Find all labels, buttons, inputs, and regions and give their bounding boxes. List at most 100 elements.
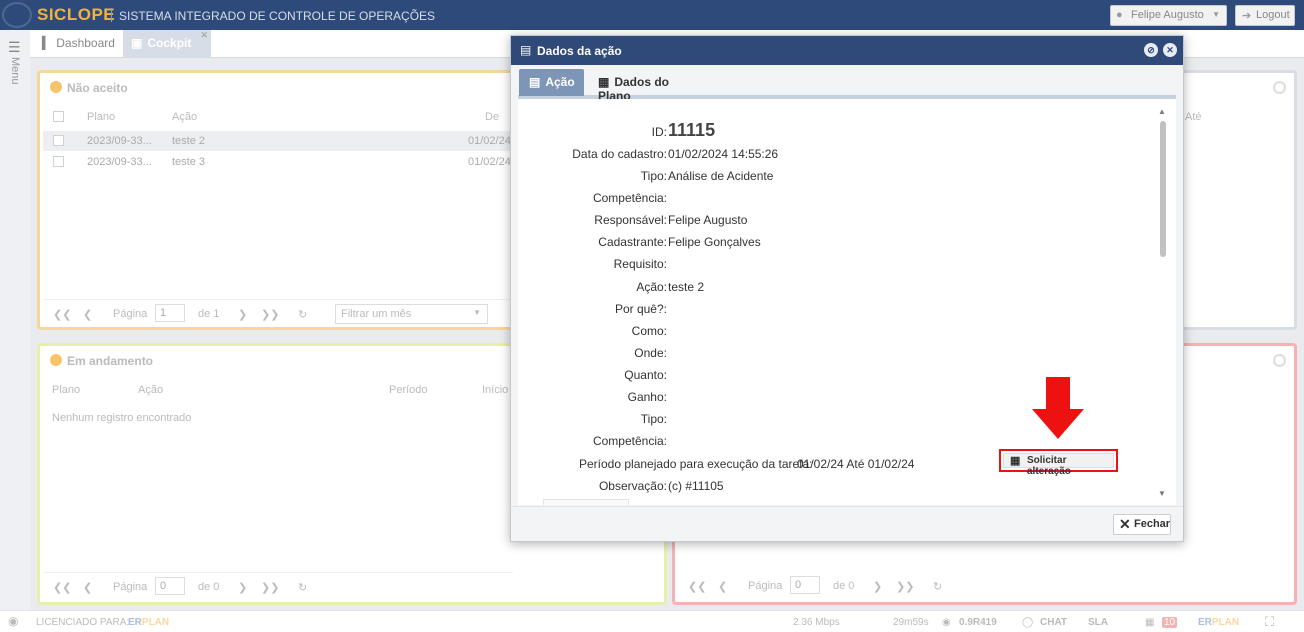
sla-button[interactable]: SLA: [1088, 617, 1108, 628]
prev-page-icon[interactable]: ❮: [83, 308, 92, 321]
close-tab-icon[interactable]: ✕: [200, 30, 208, 41]
column-header-periodo[interactable]: Período: [389, 384, 428, 396]
licensed-label: LICENCIADO PARA:: [36, 617, 130, 628]
tab-label: Dashboard: [56, 36, 115, 50]
user-name: Felipe Augusto: [1131, 9, 1204, 21]
panel-title: Não aceito: [50, 81, 128, 95]
table-header: Plano Ação Período Início: [43, 378, 513, 402]
solicitar-alteracao-inner[interactable]: ▦ Solicitar alteração: [1003, 453, 1114, 477]
table-row[interactable]: 2023/09-33... teste 2 01/02/24: [43, 131, 513, 151]
minimize-icon[interactable]: ⊘: [1144, 43, 1158, 57]
column-header-de[interactable]: De: [485, 111, 499, 123]
tab-acao[interactable]: ▤ Ação: [519, 69, 584, 96]
logo-icon: [2, 2, 32, 28]
row-checkbox[interactable]: [53, 135, 64, 146]
fechar-button[interactable]: ✕ Fechar: [1113, 514, 1171, 535]
column-header-plano[interactable]: Plano: [52, 384, 80, 396]
user-menu[interactable]: ● Felipe Augusto ▼: [1110, 5, 1227, 26]
first-page-icon[interactable]: ❮❮: [53, 308, 71, 321]
fullscreen-icon[interactable]: ⛶: [1265, 614, 1274, 630]
last-page-icon[interactable]: ❯❯: [261, 308, 279, 321]
tab-cockpit[interactable]: ▣ Cockpit ✕: [123, 30, 211, 58]
status-bar: ◉ LICENCIADO PARA: ERPLAN 2.36 Mbps 29m5…: [0, 610, 1304, 632]
pager: ❮❮ ❮ Página 0 de 0 ❯ ❯❯ ↻: [43, 572, 513, 600]
scroll-thumb[interactable]: [1160, 121, 1166, 257]
first-page-icon[interactable]: ❮❮: [688, 580, 706, 593]
select-all-checkbox[interactable]: [53, 111, 64, 125]
column-header-ate[interactable]: Até: [1185, 111, 1202, 123]
scroll-up-icon[interactable]: ▲: [1158, 107, 1166, 116]
tab-dados-do-plano[interactable]: ▦ Dados do Plano: [588, 69, 706, 103]
tab-label: Cockpit: [147, 36, 192, 50]
cell-plano: 2023/09-33...: [87, 156, 152, 168]
session-timer: 29m59s: [893, 617, 929, 628]
last-page-icon[interactable]: ❯❯: [896, 580, 914, 593]
next-page-icon[interactable]: ❯: [873, 580, 882, 593]
panel-close-icon[interactable]: [1273, 81, 1286, 94]
hamburger-icon[interactable]: ☰: [8, 39, 21, 56]
next-page-icon[interactable]: ❯: [238, 581, 247, 594]
page-count: de 1: [198, 308, 220, 320]
column-header-inicio[interactable]: Início: [482, 384, 508, 396]
scroll-down-icon[interactable]: ▼: [1158, 489, 1166, 498]
refresh-icon[interactable]: ↻: [933, 580, 942, 593]
first-page-icon[interactable]: ❮❮: [53, 581, 71, 594]
refresh-icon[interactable]: ↻: [298, 581, 307, 594]
field-requisito: Requisito:: [613, 257, 667, 271]
eye-icon: ◉: [942, 617, 951, 628]
notifications-icon[interactable]: ▦: [1145, 617, 1154, 628]
action-details-dialog: ▤ Dados da ação ⊘ ✕ ▤ Ação ▦ Dados do Plan…: [510, 35, 1184, 542]
chat-button[interactable]: CHAT: [1040, 617, 1067, 628]
page-label: Página: [748, 580, 783, 592]
next-page-icon[interactable]: ❯: [238, 308, 247, 321]
status-dot-icon: [50, 81, 62, 93]
table-row[interactable]: 2023/09-33... teste 3 01/02/24: [43, 152, 513, 172]
erplan-logo: ERPLAN: [128, 617, 170, 628]
refresh-icon[interactable]: ↻: [298, 308, 307, 321]
page-input[interactable]: 0: [155, 577, 185, 595]
column-header-acao[interactable]: Ação: [138, 384, 163, 396]
close-icon: ✕: [1119, 516, 1131, 532]
dialog-footer: ✕ Fechar: [511, 506, 1183, 541]
page-count: de 0: [833, 580, 855, 592]
prev-page-icon[interactable]: ❮: [718, 580, 727, 593]
page-input[interactable]: 1: [155, 304, 185, 322]
scrollbar[interactable]: ▲ ▼: [1158, 107, 1168, 499]
month-filter-select[interactable]: Filtrar um mês ▼: [335, 304, 488, 324]
system-name: SISTEMA INTEGRADO DE CONTROLE DE OPERAÇÕ…: [119, 9, 436, 23]
prev-page-icon[interactable]: ❮: [83, 581, 92, 594]
chat-icon[interactable]: ◯: [1022, 617, 1033, 628]
notification-badge: 10: [1162, 617, 1178, 628]
field-acao: Ação: teste 2: [636, 280, 705, 294]
cell-de: 01/02/24: [468, 135, 511, 147]
field-id: ID: 11115: [651, 120, 716, 140]
side-menu[interactable]: ☰ Menu: [0, 30, 30, 610]
solicitar-alteracao-button[interactable]: ▦ Solicitar alteração: [999, 449, 1118, 477]
page-label: Página: [113, 581, 148, 593]
panel-close-icon[interactable]: [1273, 354, 1286, 367]
divider: [111, 8, 112, 22]
cockpit-icon: ▣: [131, 36, 143, 50]
last-page-icon[interactable]: ❯❯: [261, 581, 279, 594]
panel-title: Em andamento: [50, 354, 153, 368]
map-icon: ▦: [598, 75, 610, 89]
dialog-body: ID: 11115 Data do cadastro: 01/02/2024 14:…: [518, 99, 1176, 505]
empty-message: Nenhum registro encontrado: [52, 412, 192, 424]
page-input[interactable]: 0: [790, 576, 820, 594]
tab-dashboard[interactable]: ▍ Dashboard: [34, 30, 124, 58]
row-checkbox[interactable]: [53, 156, 64, 167]
logout-button[interactable]: ➔ Logout: [1235, 5, 1295, 26]
column-header-plano[interactable]: Plano: [87, 111, 115, 123]
brand-logo: SICLOPE: [37, 5, 116, 24]
close-icon[interactable]: ✕: [1163, 43, 1177, 57]
field-como: Como:: [631, 324, 667, 338]
column-header-acao[interactable]: Ação: [172, 111, 197, 123]
dialog-title: Dados da ação: [537, 44, 622, 58]
status-dot-icon: [50, 354, 62, 366]
button-label: Solicitar alteração: [1027, 455, 1071, 477]
page-count: de 0: [198, 581, 220, 593]
partial-button[interactable]: [543, 499, 629, 505]
settings-icon[interactable]: ◉: [8, 614, 18, 628]
cell-de: 01/02/24: [468, 156, 511, 168]
calendar-edit-icon: ▦: [1010, 455, 1021, 467]
